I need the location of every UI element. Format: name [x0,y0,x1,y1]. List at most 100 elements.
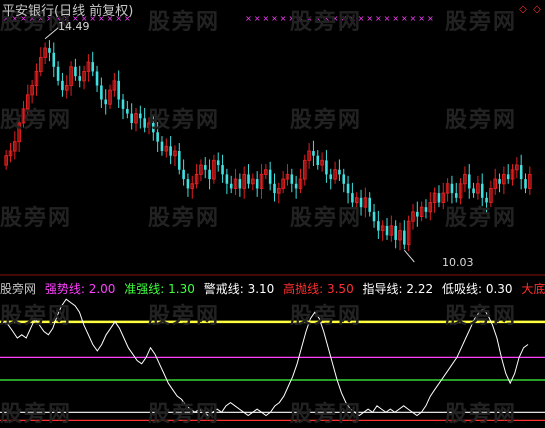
legend-strong-label: 强势线: [44,282,85,296]
candle-body [325,160,328,175]
candle-body [506,174,510,180]
candle-body [338,169,341,175]
signal-mark: × [245,14,252,23]
legend-low: 低吸线: 0.30 [442,282,513,296]
legend-quasi-value: 1.30 [168,282,195,296]
candle-body [126,108,129,114]
legend-guide-label: 指导线: [362,282,403,296]
chart-stage: × × × × × × × × × × × × × × × × × × × × × × × × × × × × × × × × × × × × ×◇ ◇ [0,4,545,421]
candle-body [216,160,220,166]
candle-body [186,179,190,189]
candle-body [255,179,259,189]
signal-mark: × [314,14,321,23]
candle-body [225,174,229,184]
candle-body [424,207,428,212]
candle-body [372,211,376,222]
candle-body [130,113,133,123]
legend-quasi: 准强线: 1.30 [124,282,195,296]
legend-warn-value: 3.10 [247,282,275,296]
candle-body [78,76,82,81]
candle-body [208,169,211,180]
candle-body [143,118,146,128]
candle-body [48,48,51,53]
candle-body [121,99,125,109]
signal-mark: × [262,14,269,23]
candle-body [56,66,60,81]
candle-body [91,62,95,72]
candle-body [238,179,242,189]
signal-mark: × [297,14,304,23]
signal-mark: × [288,14,295,23]
legend-high: 高抛线: 3.50 [283,282,354,296]
legend-low-value: 0.30 [485,282,513,296]
signal-mark: × [340,14,347,23]
legend-quasi-label: 准强线: [124,282,165,296]
candle-body [229,183,233,189]
candle-body [290,174,294,184]
signal-mark: × [375,14,382,23]
high-price-label: 14.49 [58,20,90,33]
candle-body [368,197,372,212]
signal-mark: × [392,14,399,23]
signal-mark: × [418,14,425,23]
candle-body [485,197,488,203]
legend-guide-value: 2.22 [406,282,434,296]
legend-low-label: 低吸线: [441,282,482,296]
candle-body [203,165,207,170]
candle-body [524,179,527,189]
candle-body [247,174,250,184]
legend-warn: 警戒线: 3.10 [204,282,275,296]
candle-body [152,122,155,133]
high-pointer [44,26,60,40]
signal-mark: × [349,14,356,23]
low-price-label: 10.03 [442,256,474,269]
candle-body [117,80,120,100]
candle-body [294,183,298,189]
candle-body [221,165,224,175]
candle-body [377,221,380,231]
candle-body [273,183,276,194]
signal-mark: × [358,14,365,23]
low-pointer [403,249,415,263]
candle-body [450,183,454,194]
signal-mark: × [410,14,417,23]
signal-mark: × [401,14,408,23]
legend-high-value: 3.50 [326,282,354,296]
candle-body [61,80,64,91]
legend-high-label: 高抛线: [283,282,324,296]
signal-mark: × [323,14,330,23]
candle-body [394,225,397,240]
candle-body [312,151,315,156]
candle-body [385,225,389,236]
signal-mark: × [366,14,373,23]
candle-body [182,169,185,180]
candle-body [156,132,159,142]
candle-body [74,66,77,77]
signal-mark: × [332,14,339,23]
diamond-mark: ◇ [519,4,527,15]
candle-body [416,211,419,217]
legend-strong: 强势线: 2.00 [45,282,116,296]
signal-mark: × [254,14,261,23]
signal-mark: × [384,14,391,23]
candle-body [346,183,350,194]
signal-mark: × [306,14,313,23]
legend-bottom-zone: 大底区域 [521,282,545,296]
candle-body [359,197,363,208]
legend-guide: 指导线: 2.22 [363,282,434,296]
candle-body [498,179,501,184]
candle-body [467,174,471,189]
candle-body [480,183,484,198]
candle-body [472,188,475,194]
indicator-legend: 股旁网 强势线: 2.00 准强线: 1.30 警戒线: 3.10 高抛线: 3… [0,280,545,297]
candle-body [316,155,320,166]
candle-body [104,99,108,105]
candle-body [268,169,272,184]
legend-strong-value: 2.00 [88,282,116,296]
candle-body [169,146,172,156]
diamond-mark: ◇ [533,4,541,15]
candle-body [437,193,441,203]
signal-mark: × [280,14,287,23]
candle-body [177,151,181,170]
candle-body [100,85,103,100]
